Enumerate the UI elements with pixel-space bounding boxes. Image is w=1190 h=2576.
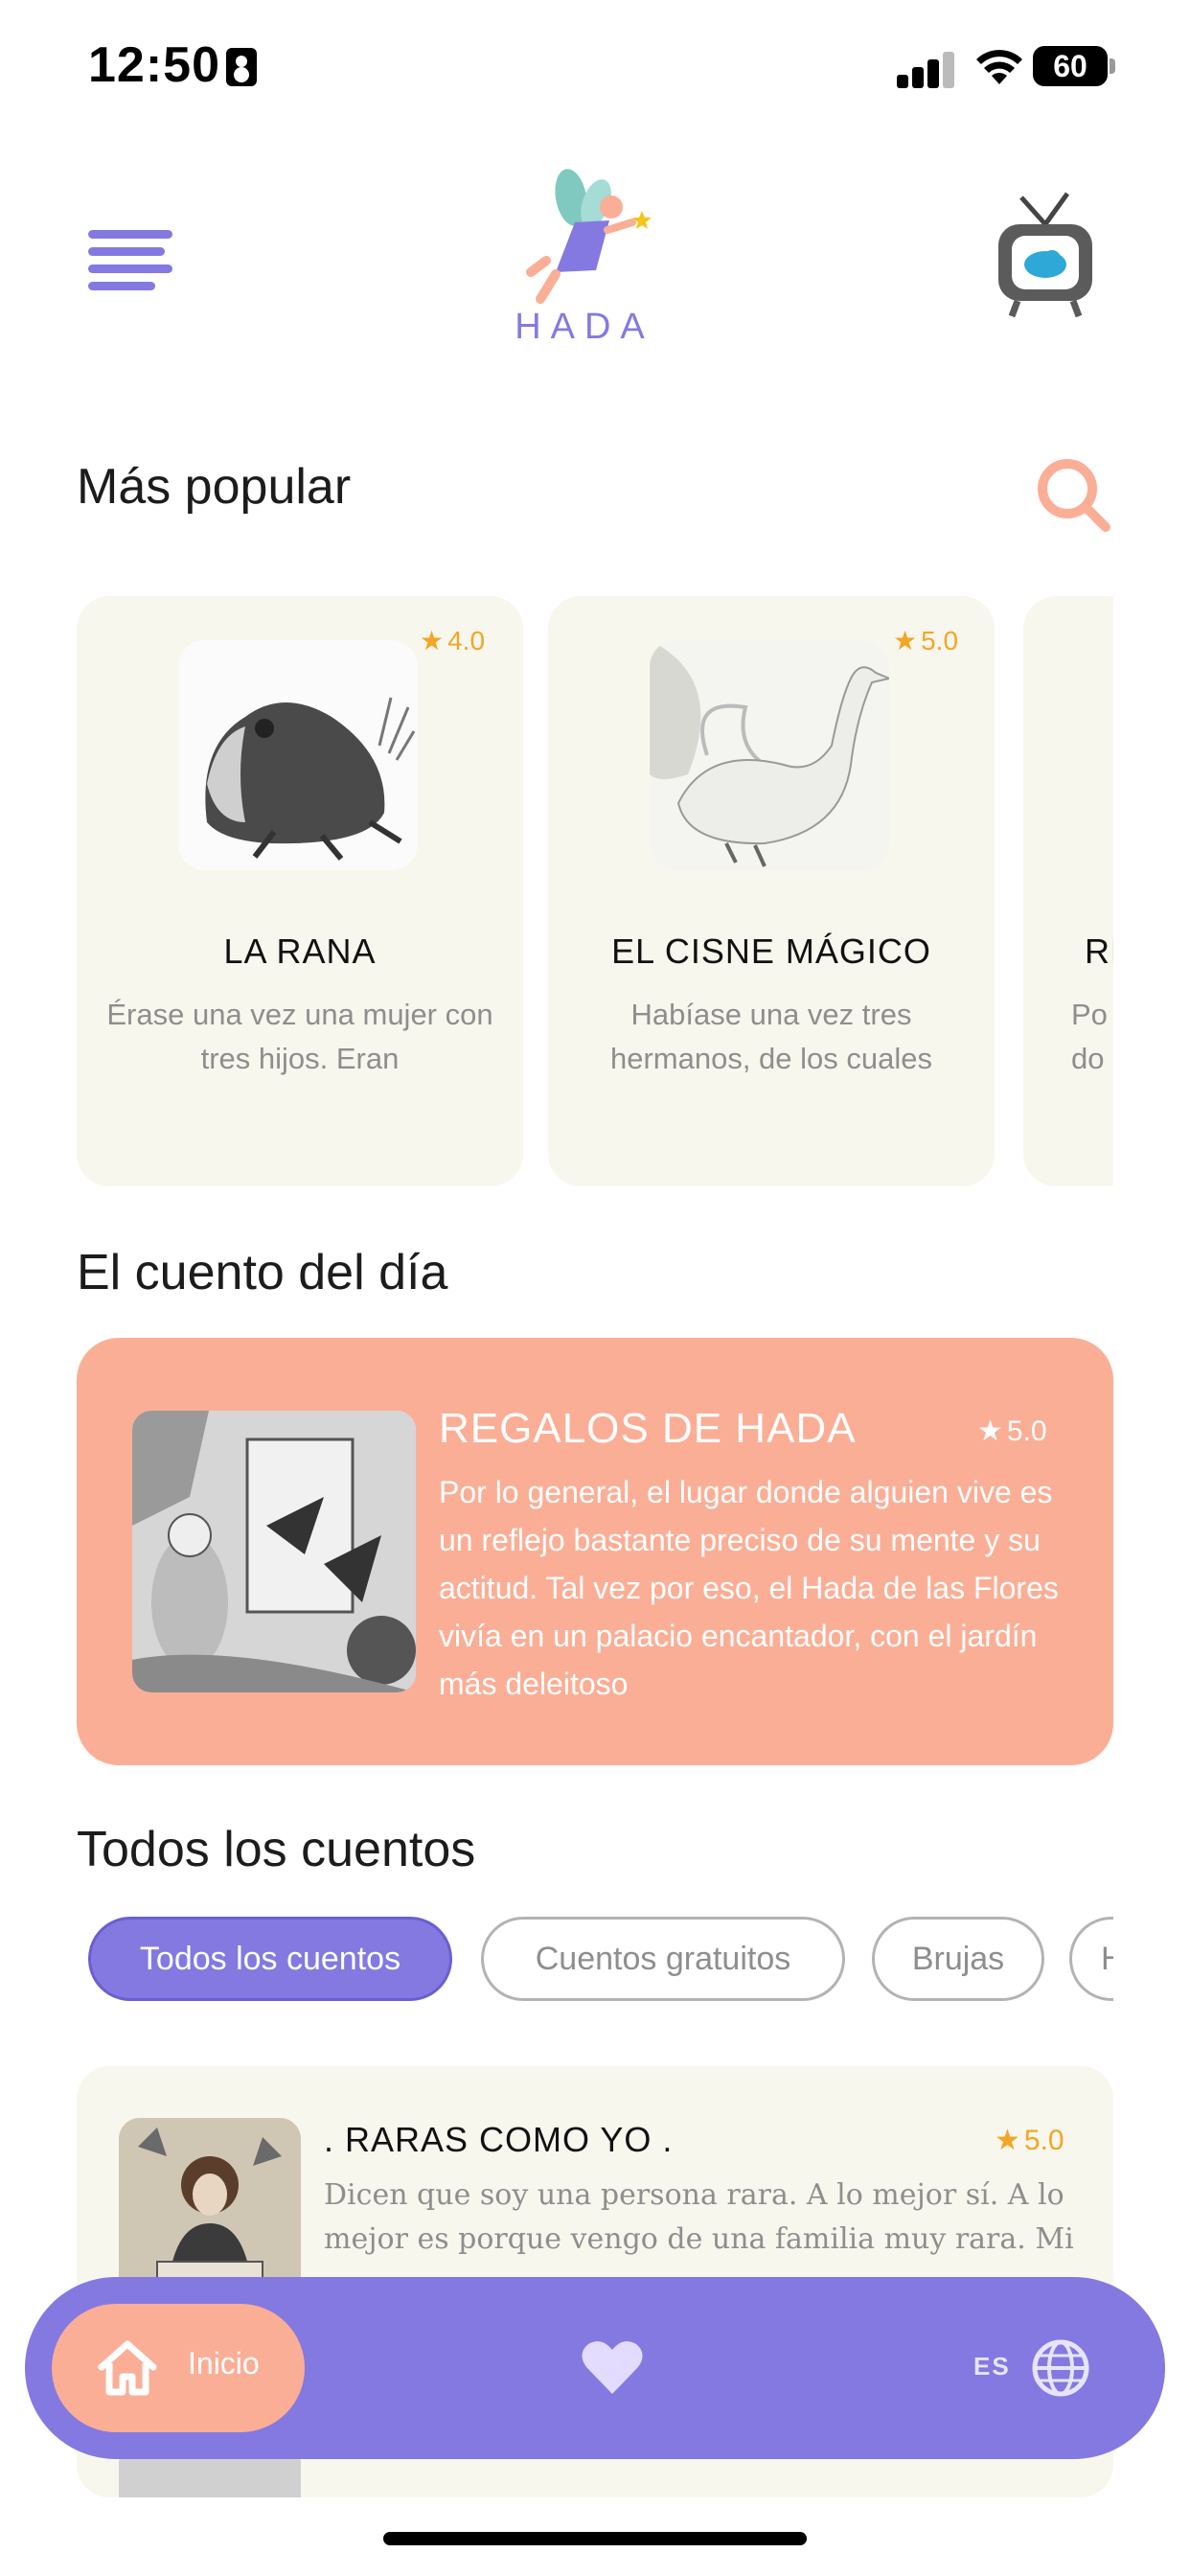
popular-carousel[interactable]: ★ 4.0 LA RANA Érase una vez una mujer con… [77, 596, 1113, 1186]
wifi-icon [976, 50, 1022, 84]
rating: ★ 4.0 [420, 625, 486, 656]
story-image-fairy-gifts [132, 1411, 416, 1692]
language-label: ES [973, 2352, 1011, 2380]
story-image-raras [119, 2118, 301, 2300]
story-excerpt: Habíase una vez tres hermanos, de los cu… [609, 998, 933, 1075]
popular-card[interactable]: RE Po do [1023, 596, 1113, 1186]
contact-card-icon [226, 48, 257, 86]
story-image-swan [650, 640, 889, 870]
story-excerpt: Por lo general, el lugar donde alguien v… [439, 1475, 1059, 1701]
heart-icon [582, 2341, 643, 2394]
bottom-nav: Inicio ES [25, 2277, 1165, 2459]
story-excerpt: Dicen que soy una persona rara. A lo mej… [324, 2178, 1074, 2256]
fairy-icon [526, 169, 652, 304]
status-time: 12:50 [88, 37, 220, 93]
chip-witches[interactable]: Brujas [872, 1917, 1044, 2001]
home-indicator [383, 2532, 807, 2545]
menu-icon [88, 230, 172, 239]
story-title: RE [1085, 932, 1113, 971]
rating: ★ 5.0 [995, 2124, 1064, 2157]
rating: ★ 5.0 [977, 1414, 1047, 1448]
chip-next[interactable]: H [1069, 1917, 1113, 2001]
hada-logo: HADA [489, 165, 680, 347]
search-button[interactable] [1033, 454, 1113, 535]
story-image-frog [178, 640, 418, 870]
search-icon [1038, 459, 1110, 532]
story-title: EL CISNE MÁGICO [611, 932, 931, 971]
signal-icon [897, 50, 956, 88]
story-excerpt: Érase una vez una mujer con tres hijos. … [106, 998, 493, 1075]
logo-text: HADA [515, 307, 654, 347]
story-title: REGALOS DE HADA [439, 1405, 857, 1452]
star-icon: ★ [893, 626, 918, 656]
star-icon: ★ [977, 1415, 1003, 1447]
star-icon: ★ [995, 2125, 1020, 2156]
nav-home-button[interactable]: Inicio [52, 2304, 305, 2432]
home-icon [98, 2340, 157, 2396]
globe-icon [1032, 2339, 1089, 2397]
nav-language-button[interactable]: ES [973, 2329, 1098, 2407]
story-title: . RARAS COMO YO . [324, 2120, 674, 2159]
chip-free-stories[interactable]: Cuentos gratuitos [481, 1917, 845, 2001]
nav-home-label: Inicio [188, 2346, 260, 2380]
status-bar: 12:50 60 [0, 0, 1190, 134]
story-title: LA RANA [223, 932, 377, 971]
tv-icon [998, 192, 1092, 318]
menu-button[interactable] [88, 226, 174, 293]
section-title-popular: Más popular [77, 459, 352, 515]
section-title-day: El cuento del día [77, 1245, 448, 1300]
popular-card[interactable]: ★ 5.0 EL CISNE MÁGICO Habíase una vez tre… [548, 596, 995, 1186]
section-title-all: Todos los cuentos [77, 1822, 476, 1877]
battery-indicator: 60 [1033, 46, 1115, 86]
story-of-day-card[interactable]: REGALOS DE HADA ★ 5.0 Por lo general, el … [77, 1338, 1113, 1765]
story-excerpt: Po do [1071, 998, 1108, 1075]
tv-button[interactable] [993, 192, 1098, 322]
nav-favorites-button[interactable] [581, 2338, 644, 2396]
filter-chips[interactable]: Todos los cuentos Cuentos gratuitos Bruj… [88, 1917, 1113, 2003]
chip-all-stories[interactable]: Todos los cuentos [88, 1917, 452, 2001]
star-icon: ★ [420, 626, 445, 656]
popular-card[interactable]: ★ 4.0 LA RANA Érase una vez una mujer con… [77, 596, 523, 1186]
rating: ★ 5.0 [893, 625, 959, 656]
